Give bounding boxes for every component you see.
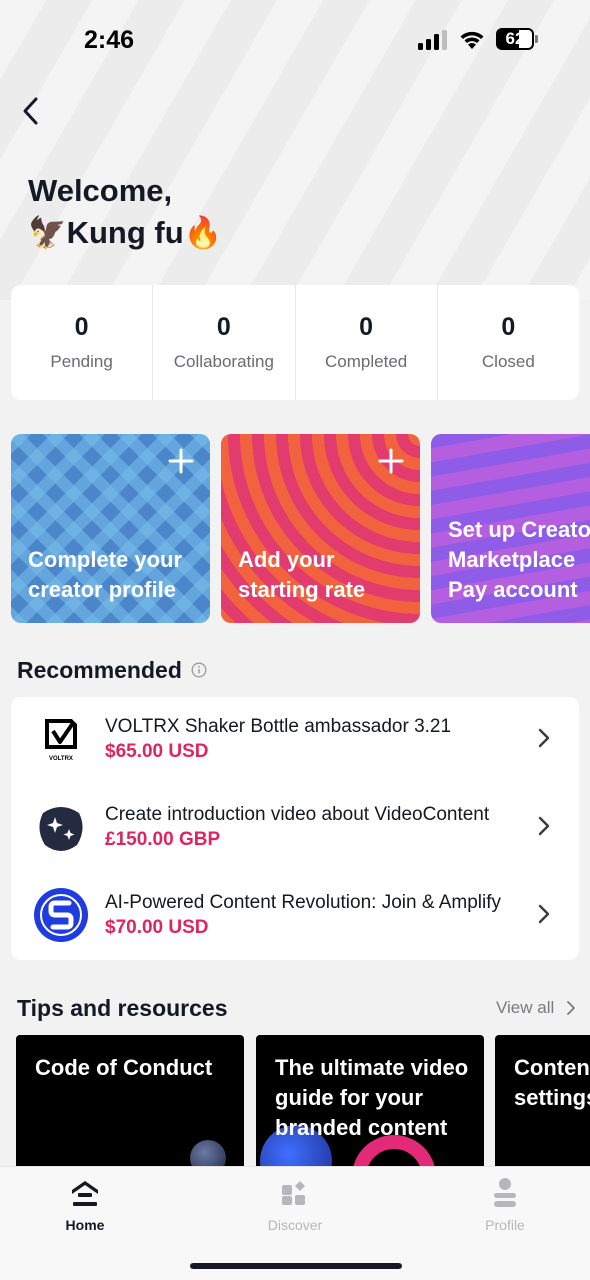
list-item[interactable]: Create introduction video about VideoCon… (11, 785, 579, 873)
pay-account-card[interactable]: Set up Creator Marketplace Pay account (431, 434, 590, 623)
plus-icon (168, 448, 194, 474)
tip-label: Code of Conduct (35, 1055, 213, 1080)
complete-profile-card[interactable]: Complete your creator profile (11, 434, 210, 623)
tips-carousel: Code of Conduct The ultimate video guide… (16, 1035, 590, 1166)
chevron-right-icon (538, 904, 550, 924)
tip-card[interactable]: Content disclosure settings (495, 1035, 590, 1166)
item-title: AI-Powered Content Revolution: Join & Am… (105, 892, 502, 913)
username: 🦅Kung fu🔥 (28, 215, 223, 250)
stat-collaborating[interactable]: 0 Collaborating (153, 285, 296, 400)
tab-discover[interactable]: Discover (235, 1177, 355, 1233)
decorative-orb (190, 1140, 226, 1166)
stat-pending[interactable]: 0 Pending (11, 285, 154, 400)
list-item[interactable]: VOLTRX VOLTRX Shaker Bottle ambassador 3… (11, 697, 579, 785)
stat-value: 0 (216, 313, 231, 341)
cellular-signal-icon (418, 30, 447, 50)
stat-label: Collaborating (173, 352, 274, 371)
tab-home[interactable]: Home (25, 1177, 145, 1233)
stat-closed[interactable]: 0 Closed (438, 285, 579, 400)
ai-content-logo-icon (34, 888, 88, 942)
recommended-list: VOLTRX VOLTRX Shaker Bottle ambassador 3… (11, 697, 579, 960)
tip-card[interactable]: Code of Conduct (16, 1035, 244, 1166)
card-label: Add your starting rate (238, 547, 366, 602)
tab-profile[interactable]: Profile (445, 1177, 565, 1233)
plus-icon (378, 448, 404, 474)
chevron-right-icon (567, 1001, 575, 1015)
status-time: 2:46 (84, 26, 135, 54)
video-content-logo-icon (39, 807, 83, 851)
logo-text: VOLTRX (49, 756, 73, 762)
list-item[interactable]: AI-Powered Content Revolution: Join & Am… (11, 873, 579, 961)
stat-label: Pending (50, 352, 113, 371)
tab-label: Profile (485, 1217, 525, 1233)
starting-rate-card[interactable]: Add your starting rate (221, 434, 420, 623)
welcome-line: Welcome, (28, 173, 173, 208)
status-bar: 2:46 62 (0, 0, 590, 80)
recommended-title: Recommended (17, 657, 182, 683)
voltrx-logo-icon: VOLTRX (33, 711, 89, 767)
view-all-link[interactable]: View all (496, 998, 554, 1018)
page-title: Welcome, 🦅Kung fu🔥 (28, 170, 222, 254)
item-title: VOLTRX Shaker Bottle ambassador 3.21 (105, 716, 452, 737)
chevron-right-icon (538, 728, 550, 748)
stat-value: 0 (74, 313, 89, 341)
card-label: Set up Creator Marketplace Pay account (448, 517, 590, 602)
tip-card[interactable]: The ultimate video guide for your brande… (256, 1035, 484, 1166)
tip-label: The ultimate video guide for your brande… (275, 1055, 469, 1140)
wifi-icon (460, 31, 484, 49)
battery-icon: 62 (496, 28, 538, 50)
tip-label: Content disclosure settings (514, 1055, 590, 1110)
campaign-stats: 0 Pending 0 Collaborating 0 Completed 0 … (11, 285, 579, 400)
item-title: Create introduction video about VideoCon… (105, 804, 490, 825)
tab-label: Home (65, 1217, 105, 1233)
action-cards: Complete your creator profile Add your s… (11, 434, 590, 624)
tips-title: Tips and resources (17, 995, 228, 1021)
battery-percent: 62 (505, 29, 525, 48)
info-icon[interactable] (191, 662, 207, 678)
stat-value: 0 (501, 313, 516, 341)
card-label: Complete your creator profile (28, 547, 183, 602)
stat-value: 0 (359, 313, 374, 341)
item-price: $65.00 USD (105, 741, 209, 762)
stat-label: Closed (481, 352, 535, 371)
profile-icon (494, 1178, 516, 1207)
home-icon (72, 1181, 98, 1206)
tab-label: Discover (267, 1217, 323, 1233)
stat-label: Completed (325, 352, 408, 371)
back-button[interactable] (16, 94, 48, 128)
chevron-right-icon (538, 816, 550, 836)
stat-completed[interactable]: 0 Completed (296, 285, 438, 400)
item-price: £150.00 GBP (105, 829, 221, 850)
item-price: $70.00 USD (105, 917, 209, 938)
home-indicator (190, 1263, 402, 1269)
discover-icon (282, 1181, 305, 1205)
